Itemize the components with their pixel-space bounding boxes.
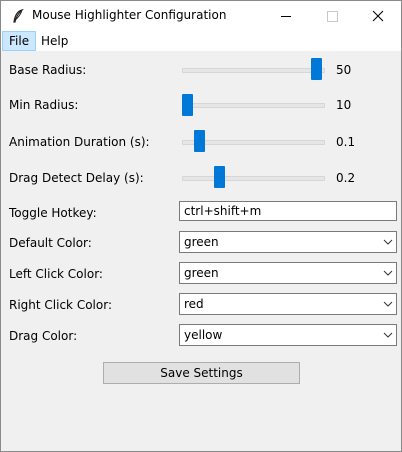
base-radius-slider-track[interactable] xyxy=(182,68,325,73)
close-icon xyxy=(372,10,384,22)
left-click-color-value: green xyxy=(184,266,219,280)
drag-color-label: Drag Color: xyxy=(9,329,78,343)
toggle-hotkey-label: Toggle Hotkey: xyxy=(9,206,97,220)
animation-duration-slider-thumb[interactable] xyxy=(194,130,205,152)
base-radius-label: Base Radius: xyxy=(9,63,87,77)
toggle-hotkey-input[interactable]: ctrl+shift+m xyxy=(179,201,397,221)
min-radius-value: 10 xyxy=(336,98,352,112)
drag-color-select[interactable]: yellow xyxy=(179,324,397,346)
default-color-value: green xyxy=(184,235,219,249)
chevron-down-icon xyxy=(383,332,393,338)
animation-duration-value: 0.1 xyxy=(336,135,356,149)
menu-bar: File Help xyxy=(1,31,401,51)
window-title: Mouse Highlighter Configuration xyxy=(32,8,227,22)
menu-help[interactable]: Help xyxy=(35,32,74,50)
minimize-button[interactable] xyxy=(263,1,309,31)
drag-detect-delay-value: 0.2 xyxy=(336,171,356,185)
min-radius-slider-thumb[interactable] xyxy=(182,94,193,116)
app-window: Mouse Highlighter Configuration File Hel… xyxy=(0,0,402,452)
chevron-down-icon xyxy=(383,239,393,245)
drag-detect-delay-slider-track[interactable] xyxy=(182,176,325,181)
drag-detect-delay-label: Drag Detect Delay (s): xyxy=(9,171,144,185)
close-button[interactable] xyxy=(355,1,401,31)
maximize-button[interactable] xyxy=(309,1,355,31)
animation-duration-label: Animation Duration (s): xyxy=(9,135,150,149)
default-color-select[interactable]: green xyxy=(179,231,397,253)
maximize-icon xyxy=(327,11,338,22)
right-click-color-value: red xyxy=(184,297,204,311)
base-radius-slider-thumb[interactable] xyxy=(311,58,322,80)
toggle-hotkey-value: ctrl+shift+m xyxy=(184,204,262,218)
feather-icon xyxy=(13,9,24,23)
save-settings-button[interactable]: Save Settings xyxy=(103,362,300,384)
drag-color-value: yellow xyxy=(184,328,223,342)
title-bar[interactable]: Mouse Highlighter Configuration xyxy=(1,1,401,31)
min-radius-label: Min Radius: xyxy=(9,98,79,112)
base-radius-value: 50 xyxy=(336,63,352,77)
left-click-color-label: Left Click Color: xyxy=(9,267,103,281)
left-click-color-select[interactable]: green xyxy=(179,262,397,284)
chevron-down-icon xyxy=(383,270,393,276)
min-radius-slider-track[interactable] xyxy=(182,103,325,108)
minimize-icon xyxy=(281,16,291,17)
default-color-label: Default Color: xyxy=(9,236,92,250)
chevron-down-icon xyxy=(383,301,393,307)
right-click-color-select[interactable]: red xyxy=(179,293,397,315)
drag-detect-delay-slider-thumb[interactable] xyxy=(214,166,225,188)
right-click-color-label: Right Click Color: xyxy=(9,298,112,312)
menu-file[interactable]: File xyxy=(2,31,37,51)
